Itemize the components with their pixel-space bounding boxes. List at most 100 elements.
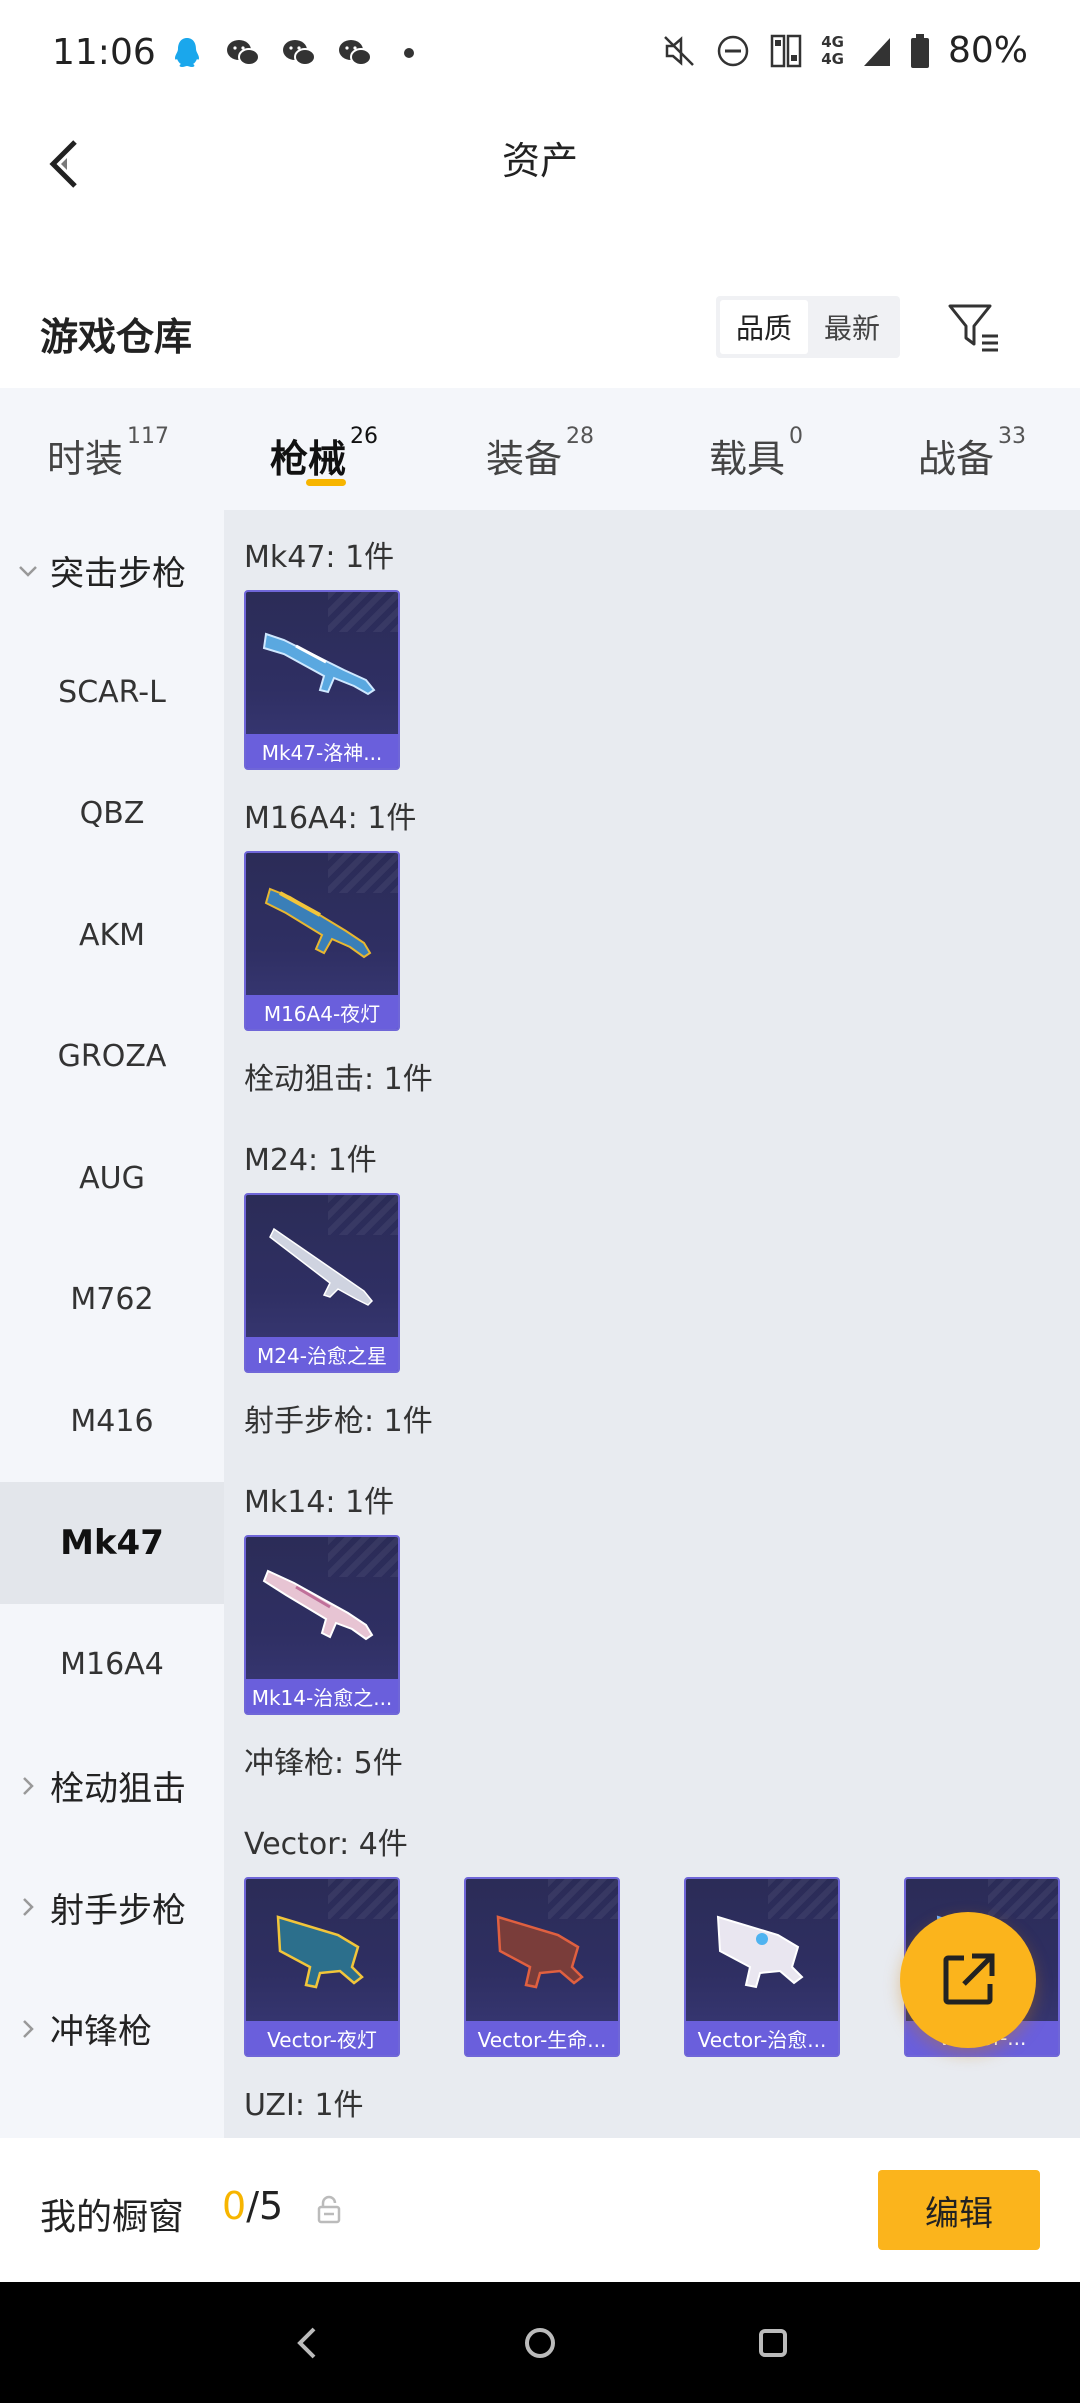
- status-bar: 11:06 4G 4G 80%: [0, 0, 1080, 110]
- sidebar-group-bolt-action-snipers[interactable]: 栓动狙击: [0, 1725, 224, 1847]
- dnd-icon: [717, 35, 749, 66]
- showcase-count-current: 0: [222, 2184, 247, 2228]
- filter-icon: [948, 304, 998, 352]
- system-navigation-bar: [0, 2282, 1080, 2403]
- sidebar-item-aug[interactable]: AUG: [0, 1118, 224, 1240]
- filter-button[interactable]: [942, 296, 1006, 360]
- more-notifications-dot-icon: [404, 48, 414, 58]
- smg-image: [496, 1915, 584, 1989]
- sidebar-item-groza[interactable]: GROZA: [0, 996, 224, 1118]
- sidebar-item-scar-l[interactable]: SCAR-L: [0, 632, 224, 754]
- wechat-icon: [339, 40, 372, 66]
- tab-supplies[interactable]: 战备 33: [864, 388, 1080, 510]
- battery-percent: 80%: [947, 30, 1028, 71]
- tab-count: 28: [566, 424, 594, 449]
- weapon-category-sidebar: 突击步枪 SCAR-L QBZ AKM GROZA AUG M762 M416 …: [0, 510, 224, 2138]
- share-button[interactable]: [900, 1912, 1036, 2048]
- wechat-icon: [227, 40, 260, 66]
- tab-firearms[interactable]: 枪械 26: [216, 388, 432, 510]
- lock-icon: [317, 2195, 341, 2224]
- rifle-image: [269, 1227, 374, 1306]
- sidebar-item-m762[interactable]: M762: [0, 1239, 224, 1361]
- status-time: 11:06: [52, 32, 156, 73]
- chevron-right-icon: [23, 1776, 34, 1795]
- card-label: Vector-治愈...: [686, 2021, 838, 2055]
- edit-button[interactable]: 编辑: [878, 2170, 1040, 2250]
- section-title-marksman-rifles: 射手步枪: 1件: [244, 1404, 433, 1439]
- sort-newest-option[interactable]: 最新: [808, 300, 896, 354]
- wechat-icon: [283, 40, 316, 66]
- card-label: Mk47-洛神...: [246, 734, 398, 768]
- tab-count: 0: [789, 424, 803, 449]
- showcase-bar: 我的橱窗 0/5 编辑: [0, 2138, 1080, 2282]
- recents-icon: [759, 2328, 788, 2357]
- section-title-mk14: Mk14: 1件: [244, 1485, 395, 1520]
- weapon-card-m16a4[interactable]: M16A4-夜灯: [244, 851, 400, 1031]
- tab-fashion[interactable]: 时装 117: [0, 388, 216, 510]
- sidebar-group-assault-rifles[interactable]: 突击步枪: [0, 510, 224, 632]
- chevron-down-icon: [19, 565, 37, 577]
- chevron-right-icon: [23, 1898, 34, 1917]
- active-tab-indicator: [306, 479, 346, 486]
- share-external-icon: [943, 1953, 995, 2005]
- section-title-m24: M24: 1件: [244, 1143, 377, 1178]
- sidebar-item-mk47[interactable]: Mk47: [0, 1482, 224, 1604]
- qq-icon: [175, 38, 199, 67]
- section-title-bolt-action-snipers: 栓动狙击: 1件: [244, 1062, 433, 1097]
- sidebar-item-label: 突击步枪: [50, 554, 186, 595]
- sidebar-item-m416[interactable]: M416: [0, 1361, 224, 1483]
- sidebar-item-label: 栓动狙击: [50, 1769, 186, 1810]
- tab-vehicles[interactable]: 载具 0: [648, 388, 864, 510]
- sort-segmented-control: 品质 最新: [716, 296, 900, 358]
- card-label: Vector-夜灯: [246, 2021, 398, 2055]
- tab-equipment[interactable]: 装备 28: [432, 388, 648, 510]
- smg-image: [276, 1915, 364, 1989]
- sidebar-item-qbz[interactable]: QBZ: [0, 753, 224, 875]
- network-type-bottom: 4G: [821, 49, 844, 68]
- notification-icons: [168, 34, 414, 72]
- tab-count: 26: [350, 424, 378, 449]
- sidebar-item-label: 冲锋枪: [50, 2012, 152, 2053]
- app-header: 资产: [0, 110, 1080, 270]
- smg-image: [716, 1915, 804, 1989]
- sidebar-item-akm[interactable]: AKM: [0, 875, 224, 997]
- weapon-card-vector-1[interactable]: Vector-夜灯: [244, 1877, 400, 2057]
- tab-label: 装备: [485, 437, 562, 481]
- nav-home-button[interactable]: [516, 2319, 564, 2367]
- weapon-card-vector-3[interactable]: Vector-治愈...: [684, 1877, 840, 2057]
- weapon-card-mk47[interactable]: Mk47-洛神...: [244, 590, 400, 770]
- sidebar-item-m16a4[interactable]: M16A4: [0, 1604, 224, 1726]
- card-label: Mk14-治愈之...: [246, 1679, 398, 1713]
- sidebar-group-marksman-rifles[interactable]: 射手步枪: [0, 1847, 224, 1969]
- signal-bars-icon: [863, 37, 890, 66]
- showcase-count: 0/5: [222, 2184, 283, 2228]
- system-icons: 4G 4G 80%: [661, 30, 1028, 71]
- weapon-list: Mk47: 1件 Mk47-洛神... M16A4: 1件 M16A4-夜灯 栓…: [224, 510, 1080, 2138]
- battery-icon: [910, 33, 929, 68]
- tab-label: 时装: [46, 437, 123, 481]
- tab-label: 枪械: [269, 437, 346, 481]
- weapon-card-vector-2[interactable]: Vector-生命...: [464, 1877, 620, 2057]
- section-title-m16a4: M16A4: 1件: [244, 801, 417, 836]
- warehouse-toolbar: 游戏仓库 品质 最新: [0, 270, 1080, 388]
- sort-quality-option[interactable]: 品质: [720, 300, 808, 354]
- nfc-icon: [770, 34, 802, 67]
- page-title: 资产: [501, 139, 578, 183]
- nav-back-button[interactable]: [283, 2319, 331, 2367]
- rifle-image: [262, 632, 376, 696]
- section-title-smgs: 冲锋枪: 5件: [244, 1746, 403, 1781]
- tab-label: 战备: [917, 437, 994, 481]
- network-type-top: 4G: [821, 32, 844, 51]
- weapon-card-m24[interactable]: M24-治愈之星: [244, 1193, 400, 1373]
- showcase-count-total: /5: [246, 2184, 284, 2228]
- chevron-right-icon: [23, 2019, 34, 2038]
- section-title-mk47: Mk47: 1件: [244, 540, 395, 575]
- tab-count: 33: [998, 424, 1026, 449]
- tab-label: 载具: [708, 437, 785, 481]
- weapon-card-mk14[interactable]: Mk14-治愈之...: [244, 1535, 400, 1715]
- nav-recents-button[interactable]: [749, 2319, 797, 2367]
- rifle-image: [262, 1569, 374, 1641]
- back-icon: [296, 2327, 316, 2358]
- rifle-image: [264, 887, 372, 959]
- sidebar-group-smgs[interactable]: 冲锋枪: [0, 1968, 224, 2090]
